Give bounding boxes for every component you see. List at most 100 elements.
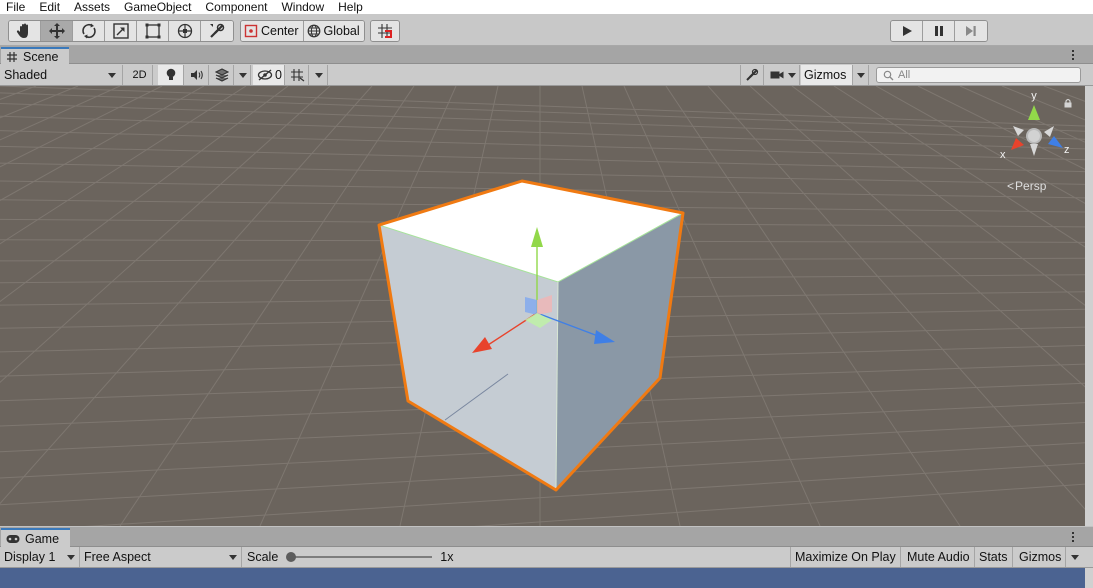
chevron-down-icon: [856, 72, 865, 78]
gizmos-label: Gizmos: [804, 68, 847, 82]
aspect-dropdown[interactable]: Free Aspect: [80, 547, 242, 567]
audio-toggle-button[interactable]: [185, 65, 209, 85]
search-placeholder: All: [898, 69, 911, 81]
scene-scrollbar[interactable]: [1085, 86, 1093, 526]
chevron-down-icon: [229, 554, 237, 560]
scene-canvas[interactable]: [0, 86, 1085, 526]
draw-mode-dropdown[interactable]: Shaded: [0, 65, 123, 85]
game-gizmos-toggle[interactable]: Gizmos: [1015, 547, 1067, 567]
gizmos-dropdown-button[interactable]: [853, 65, 869, 85]
toggle-2d-button[interactable]: 2D: [127, 65, 153, 85]
menu-edit[interactable]: Edit: [32, 0, 67, 14]
move-tool-button[interactable]: [41, 21, 73, 41]
menu-help[interactable]: Help: [331, 0, 370, 14]
snap-group: [370, 20, 400, 42]
gizmo-y-label: y: [1031, 90, 1037, 102]
scene-toolbar: Shaded 2D 0 Gizmos All: [0, 64, 1093, 86]
chevron-down-icon: [1071, 554, 1079, 560]
scale-tool-button[interactable]: [105, 21, 137, 41]
chevron-down-icon: [108, 72, 116, 78]
effects-dropdown-button[interactable]: [235, 65, 251, 85]
lighting-toggle-button[interactable]: [158, 65, 184, 85]
game-viewport[interactable]: [0, 568, 1085, 588]
tools-toggle-button[interactable]: [740, 65, 764, 85]
lock-icon[interactable]: [1063, 98, 1073, 108]
draw-mode-label: Shaded: [4, 68, 48, 82]
menu-component[interactable]: Component: [198, 0, 274, 14]
mute-audio-toggle[interactable]: Mute Audio: [903, 547, 975, 567]
scale-control: Scale 1x: [243, 547, 791, 567]
toggle-2d-label: 2D: [132, 69, 147, 81]
menu-file[interactable]: File: [0, 0, 32, 14]
game-toolbar: Display 1 Free Aspect Scale 1x Maximize …: [0, 547, 1093, 568]
scale-slider[interactable]: [286, 551, 433, 563]
pivot-center-label: Center: [261, 24, 299, 38]
eye-slash-icon: [257, 69, 273, 81]
chevron-down-icon: [787, 72, 796, 78]
game-scrollbar[interactable]: [1085, 568, 1093, 588]
hierarchy-search-input[interactable]: All: [876, 67, 1081, 83]
rotate-tool-icon: [81, 23, 96, 39]
transform-tool-button[interactable]: [169, 21, 201, 41]
chevron-down-icon: [314, 72, 323, 78]
custom-tool-icon: [210, 23, 225, 38]
gizmo-z-label: z: [1064, 144, 1070, 156]
maximize-on-play-toggle[interactable]: Maximize On Play: [791, 547, 901, 567]
display-dropdown[interactable]: Display 1: [0, 547, 80, 567]
selected-cube[interactable]: [377, 179, 685, 492]
menu-assets[interactable]: Assets: [67, 0, 117, 14]
pivot-global-label: Global: [323, 24, 360, 38]
tab-game-label: Game: [25, 531, 60, 546]
rotate-tool-button[interactable]: [73, 21, 105, 41]
pause-button[interactable]: [923, 21, 955, 41]
gizmos-button[interactable]: Gizmos: [801, 65, 853, 85]
camera-settings-button[interactable]: [766, 65, 800, 85]
projection-toggle[interactable]: < Persp: [1007, 179, 1046, 193]
scene-viewport[interactable]: y x z < Persp: [0, 86, 1085, 526]
chevron-left-icon: <: [1007, 179, 1015, 193]
transform-tools-group: [8, 20, 234, 42]
hidden-objects-button[interactable]: 0: [253, 65, 285, 85]
tab-scene[interactable]: Scene: [1, 47, 70, 65]
pivot-center-icon: [244, 24, 258, 38]
grid-icon: [291, 69, 305, 82]
grid-snap-button[interactable]: [371, 21, 399, 41]
menu-window[interactable]: Window: [274, 0, 331, 14]
chevron-down-icon: [238, 72, 247, 78]
scene-icon: [7, 52, 17, 62]
display-label: Display 1: [4, 550, 56, 564]
gizmo-x-label: x: [1000, 149, 1006, 160]
scene-more-icon[interactable]: [1072, 50, 1075, 60]
effects-toggle-button[interactable]: [210, 65, 234, 85]
pivot-global-button[interactable]: Global: [303, 21, 364, 41]
hidden-count: 0: [275, 68, 282, 82]
game-more-icon[interactable]: [1072, 532, 1075, 542]
tab-scene-label: Scene: [23, 50, 59, 64]
scale-label: Scale: [247, 550, 279, 564]
scale-value: 1x: [440, 550, 454, 564]
game-gizmos-label: Gizmos: [1019, 550, 1062, 564]
play-button[interactable]: [891, 21, 923, 41]
grid-snap-icon: [378, 24, 392, 38]
pivot-center-button[interactable]: Center: [241, 21, 304, 41]
search-icon: [883, 70, 894, 80]
game-gizmos-dropdown[interactable]: [1066, 547, 1084, 567]
menu-bar: File Edit Assets GameObject Component Wi…: [0, 0, 1093, 14]
play-icon: [902, 26, 912, 36]
lightbulb-icon: [166, 68, 175, 80]
tab-game[interactable]: Game: [1, 528, 71, 547]
rect-tool-button[interactable]: [137, 21, 169, 41]
grid-toggle-button[interactable]: [287, 65, 309, 85]
scale-slider-handle[interactable]: [286, 552, 297, 562]
grid-dropdown-button[interactable]: [310, 65, 328, 85]
hand-tool-button[interactable]: [9, 21, 41, 41]
step-button[interactable]: [955, 21, 987, 41]
play-controls: [890, 20, 988, 42]
stats-toggle[interactable]: Stats: [975, 547, 1013, 567]
scale-tool-icon: [112, 23, 129, 39]
menu-gameobject[interactable]: GameObject: [117, 0, 198, 14]
move-tool-icon: [48, 23, 65, 39]
layers-icon: [214, 68, 229, 82]
custom-tool-button[interactable]: [201, 21, 233, 41]
tools-icon: [746, 68, 759, 81]
